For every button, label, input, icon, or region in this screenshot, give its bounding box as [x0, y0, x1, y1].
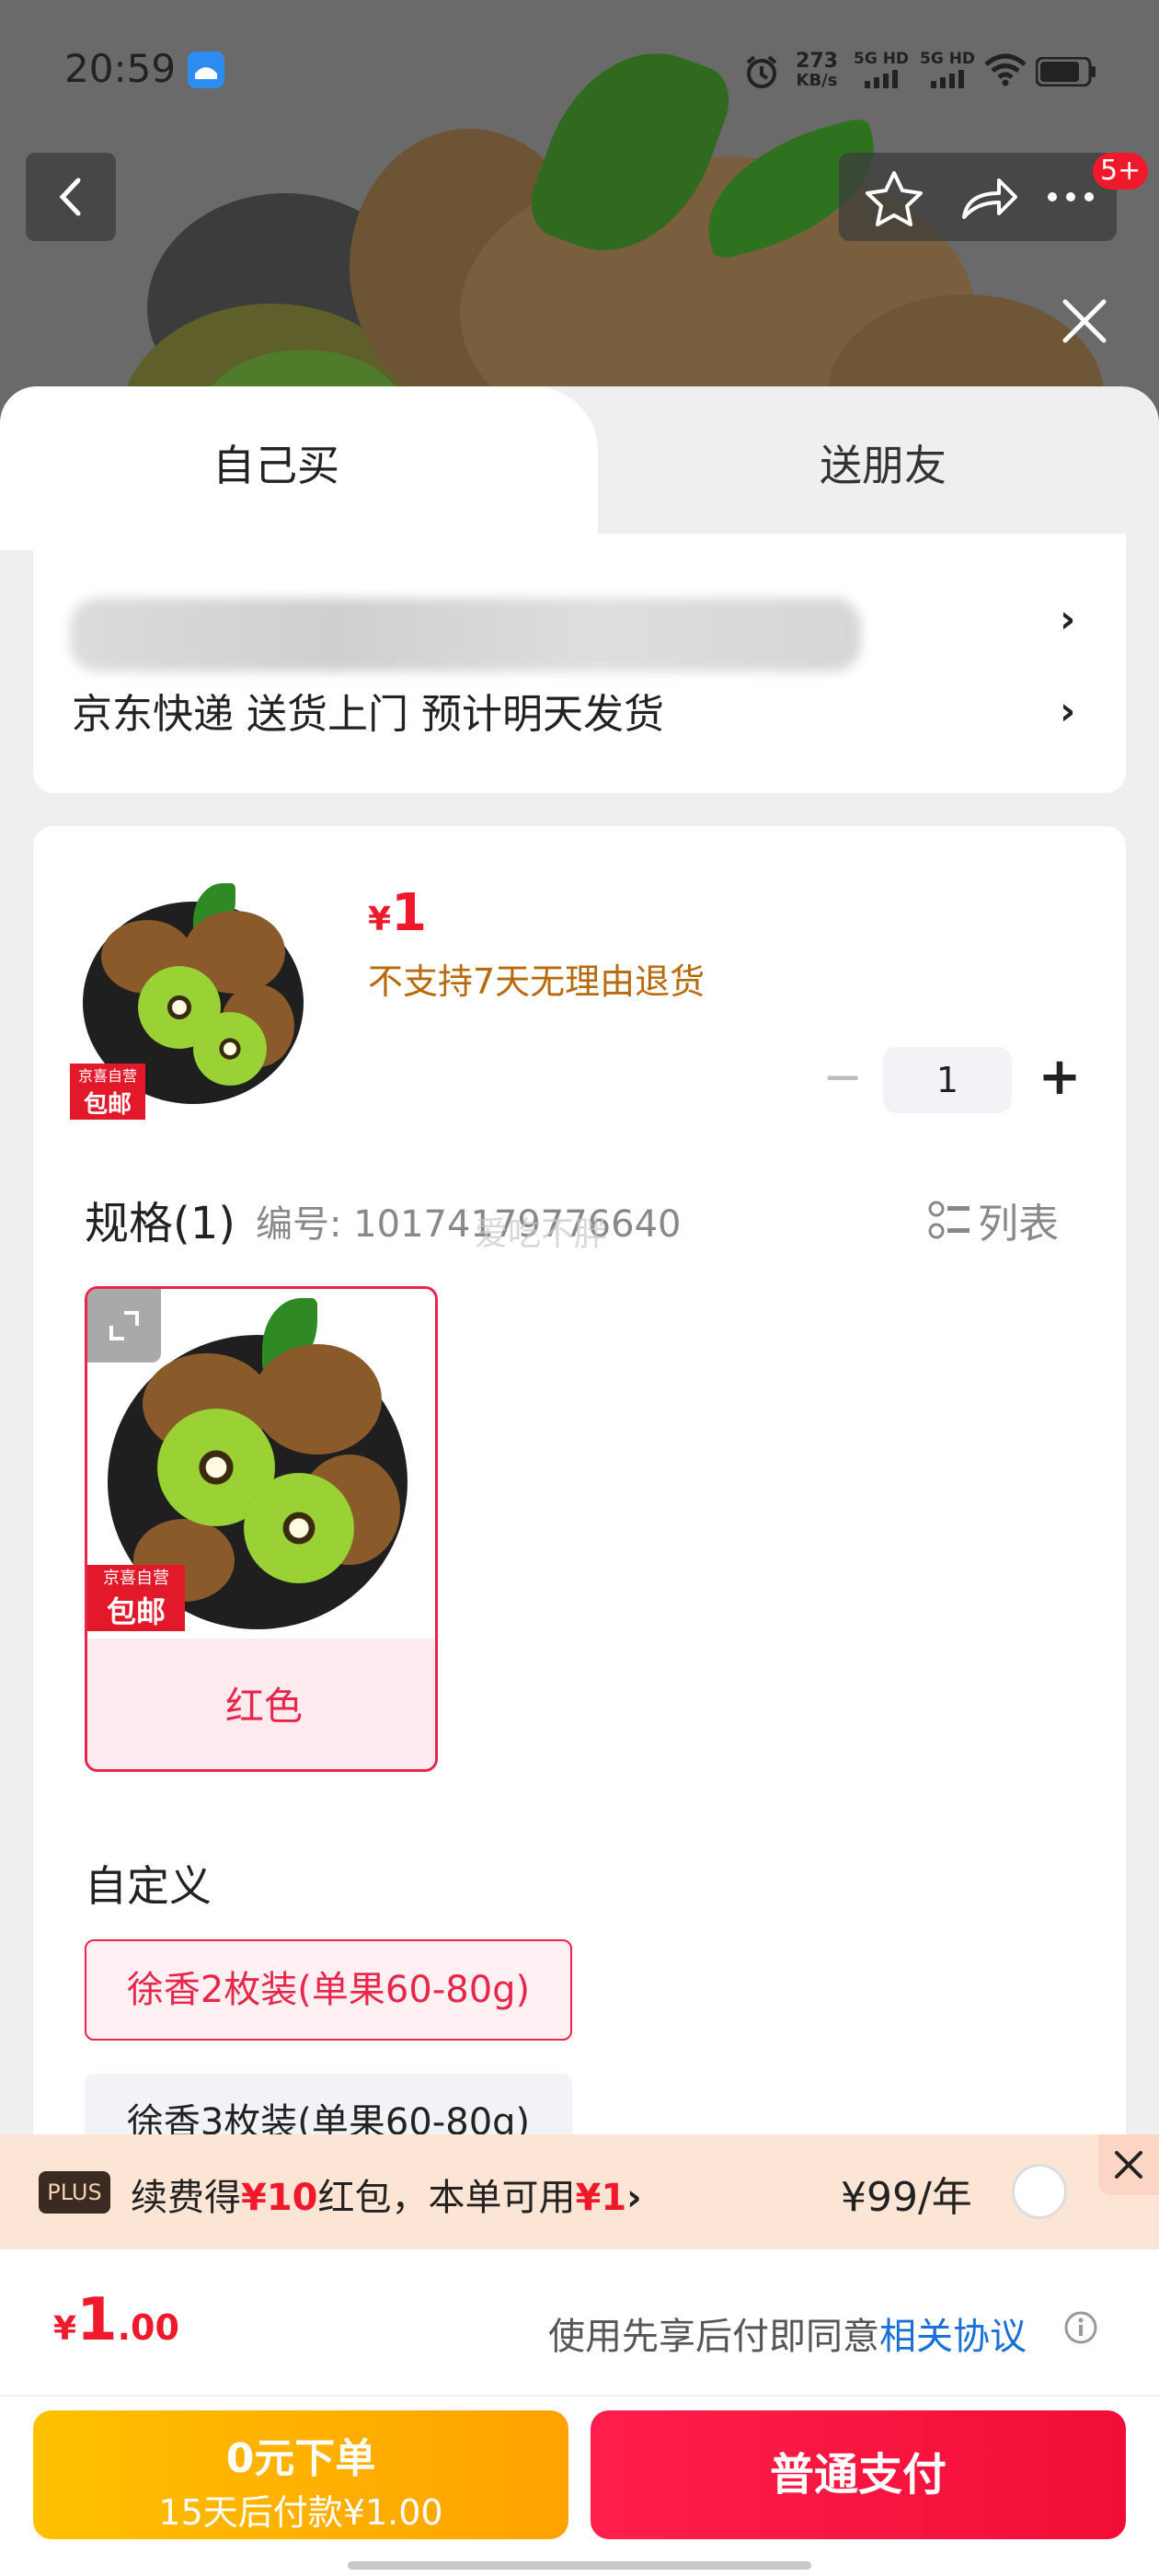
signal1-icon	[865, 70, 898, 88]
agreement-link[interactable]: 相关协议	[879, 2316, 1027, 2358]
status-time: 20:59	[64, 46, 177, 91]
quantity-plus-button[interactable]: +	[1023, 1047, 1096, 1113]
watermark: 爱吃不胖	[475, 1215, 608, 1253]
delivery-card: › 京东快递 送货上门 预计明天发货 ›	[33, 534, 1126, 793]
quantity-minus-button[interactable]: −	[806, 1047, 879, 1113]
battery-icon	[1035, 56, 1096, 90]
product-thumbnail: 京喜自营 包邮	[70, 883, 304, 1120]
top-action-group	[839, 153, 1117, 241]
address-chevron[interactable]: ›	[1060, 596, 1075, 641]
spec-badge-free-shipping: 包邮	[87, 1589, 185, 1631]
custom-title: 自定义	[85, 1861, 212, 1911]
spec-title: 规格(1)	[85, 1198, 235, 1249]
plus-promo-text: 续费得¥10红包，本单可用¥1›	[131, 2177, 642, 2219]
signal2-icon	[931, 70, 964, 88]
spec-option-image: 京喜自营 包邮	[87, 1289, 435, 1639]
sim1-label: 5G HD	[854, 50, 910, 68]
chevron-left-icon	[59, 178, 81, 216]
quantity-input[interactable]: 1	[883, 1047, 1012, 1113]
list-view-toggle[interactable]: 列表	[927, 1190, 1060, 1248]
sim2-label: 5G HD	[920, 50, 976, 68]
product-code: 编号: 10174179776640	[256, 1203, 682, 1246]
pay-later-button[interactable]: 0元下单 15天后付款¥1.00	[33, 2410, 568, 2539]
share-button[interactable]	[949, 166, 1023, 228]
product-price: ¥1	[368, 883, 428, 943]
agreement-text: 使用先享后付即同意相关协议	[548, 2316, 1027, 2358]
back-button[interactable]	[26, 153, 116, 241]
close-icon	[1115, 2151, 1142, 2179]
badge-self-operated: 京喜自营	[70, 1064, 145, 1086]
badge-free-shipping: 包邮	[70, 1086, 145, 1120]
favorite-button[interactable]	[857, 166, 931, 228]
shipping-info[interactable]: 京东快递 送货上门 预计明天发货	[72, 681, 664, 740]
agreement-info-button[interactable]	[1063, 2310, 1098, 2345]
custom-option-2pack[interactable]: 徐香2枚装(单果60-80g)	[85, 1939, 572, 2041]
plus-membership-banner[interactable]: PLUS 续费得¥10红包，本单可用¥1› ¥99/年	[0, 2134, 1159, 2249]
close-icon	[1062, 299, 1107, 343]
plus-select-radio[interactable]	[1012, 2164, 1067, 2219]
tab-self-buy-label: 自己买	[212, 441, 339, 490]
footer-divider	[0, 2395, 1159, 2397]
close-sheet-button[interactable]	[1056, 293, 1113, 350]
info-icon	[1064, 2311, 1097, 2344]
plus-close-button[interactable]	[1098, 2134, 1159, 2195]
checkout-footer: ¥1.00 使用先享后付即同意相关协议 0元下单 15天后付款¥1.00 普通支…	[0, 2249, 1159, 2576]
shipping-chevron[interactable]: ›	[1060, 688, 1075, 733]
pay-later-sub: 15天后付款¥1.00	[158, 2492, 443, 2533]
pay-later-main: 0元下单	[225, 2435, 376, 2482]
alarm-icon	[743, 53, 780, 94]
return-policy: 不支持7天无理由退货	[368, 961, 706, 1002]
notification-badge: 5+	[1093, 153, 1149, 190]
spec-badge-self-operated: 京喜自营	[87, 1565, 185, 1589]
expand-image-button[interactable]	[87, 1289, 161, 1363]
wifi-icon	[984, 53, 1027, 90]
tab-gift[interactable]: 送朋友	[607, 432, 1159, 493]
net-unit: KB/s	[796, 71, 838, 90]
spec-option-red[interactable]: 京喜自营 包邮 红色	[85, 1286, 438, 1772]
star-icon	[866, 171, 923, 226]
share-icon	[962, 178, 1017, 219]
normal-pay-button[interactable]: 普通支付	[591, 2410, 1126, 2539]
net-speed: 273	[796, 50, 838, 73]
address-redacted	[70, 598, 861, 672]
list-label: 列表	[978, 1201, 1060, 1248]
purchase-tabs: 自己买 送朋友	[0, 386, 1159, 550]
home-indicator	[348, 2561, 811, 2570]
list-icon	[928, 1201, 970, 1239]
total-price: ¥1.00	[53, 2286, 179, 2354]
plus-price: ¥99/年	[841, 2174, 972, 2221]
app-notification-icon	[188, 52, 224, 88]
spec-option-label: 红色	[87, 1639, 435, 1769]
plus-tag: PLUS	[39, 2171, 110, 2214]
expand-icon	[109, 1311, 139, 1340]
